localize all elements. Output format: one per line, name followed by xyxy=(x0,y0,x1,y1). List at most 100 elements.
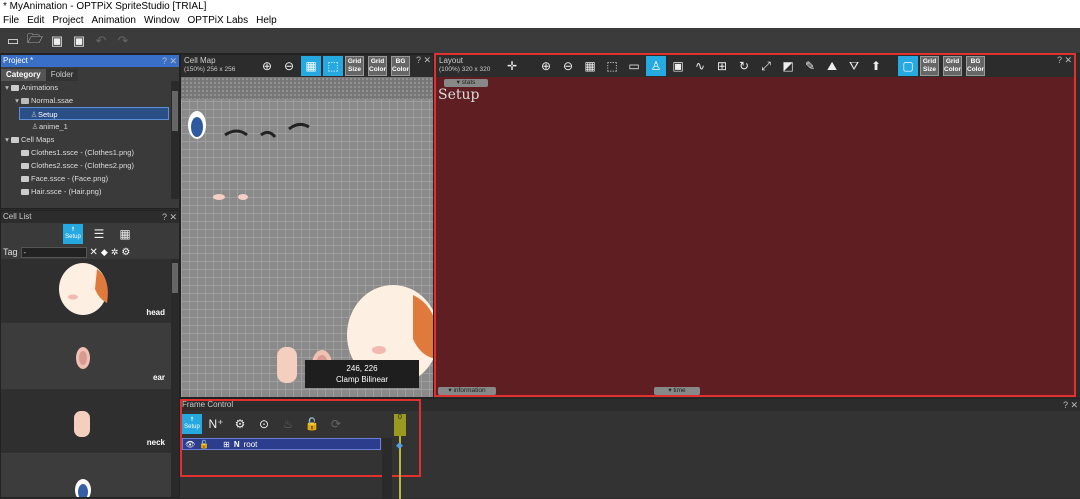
zoom-out-icon[interactable]: ⊖ xyxy=(279,56,299,76)
expand-icon[interactable]: ⊞ xyxy=(223,440,230,449)
cell-map-sprites xyxy=(188,111,433,385)
curve-icon[interactable]: ∿ xyxy=(690,56,710,76)
rotate-icon[interactable]: ↻ xyxy=(734,56,754,76)
tab-folder[interactable]: Folder xyxy=(45,69,79,81)
menu-animation[interactable]: Animation xyxy=(91,14,135,28)
bg-color-button[interactable]: BG Color xyxy=(391,56,410,76)
scale-icon[interactable]: ⤢ xyxy=(756,56,776,76)
tag-icon[interactable]: ◆ xyxy=(101,247,108,258)
cell-list-scrollbar[interactable] xyxy=(171,259,179,497)
grid-color-button[interactable]: Grid Color xyxy=(368,56,387,76)
mesh-icon[interactable]: ⛰ xyxy=(822,56,842,76)
clear-icon[interactable]: ✕ xyxy=(90,247,98,258)
cell-list-title: Cell List ? ✕ xyxy=(1,211,179,223)
tree-item-clothes2[interactable]: Clothes2.ssce - (Clothes2.png) xyxy=(1,159,179,172)
grid-icon[interactable]: ▦ xyxy=(580,56,600,76)
project-scrollbar[interactable] xyxy=(171,81,179,199)
gear-icon[interactable]: ⚙ xyxy=(121,247,130,258)
stats-tab[interactable]: ▾ stats xyxy=(444,79,488,87)
bg-color-button[interactable]: BG Color xyxy=(966,56,985,76)
lock-icon[interactable]: 🔓 xyxy=(199,440,209,449)
loop-icon[interactable]: ⟳ xyxy=(326,414,346,434)
tree-item-animations[interactable]: ▾ Animations xyxy=(1,81,179,94)
timeline-row-root[interactable]: 👁 🔓 ⊞ N root xyxy=(182,438,381,450)
setup-button[interactable]: ☨ Setup xyxy=(63,224,83,244)
effect-icon[interactable]: ♨ xyxy=(278,414,298,434)
cell-item-neck[interactable]: neck xyxy=(1,389,179,454)
undo-icon[interactable]: ↶ xyxy=(92,32,110,50)
menu-file[interactable]: File xyxy=(3,14,19,28)
tab-category[interactable]: Category xyxy=(1,69,46,81)
tree-item-cell-maps[interactable]: ▾ Cell Maps xyxy=(1,133,179,146)
tree-item-face[interactable]: Face.ssce - (Face.png) xyxy=(1,172,179,185)
weight-icon[interactable]: ⊞ xyxy=(712,56,732,76)
tree-item-anime-1[interactable]: ♙anime_1 xyxy=(1,120,179,133)
select-tool-icon[interactable]: ⬚ xyxy=(323,56,343,76)
cell-map-canvas[interactable]: 246, 226 Clamp Bilinear xyxy=(181,77,433,397)
add-bone-icon[interactable]: ⊙ xyxy=(254,414,274,434)
time-tab[interactable]: ▾ time xyxy=(654,387,700,395)
sparkle-icon[interactable]: ✲ xyxy=(111,247,119,258)
tree-item-clothes1[interactable]: Clothes1.ssce - (Clothes1.png) xyxy=(1,146,179,159)
add-part-icon[interactable]: ⚙ xyxy=(230,414,250,434)
tree-item-normal-ssae[interactable]: ▾ Normal.ssae xyxy=(1,94,179,107)
save-icon[interactable]: ▣ xyxy=(48,32,66,50)
weight-paint-icon[interactable]: ⛛ xyxy=(844,56,864,76)
save-all-icon[interactable]: ▣ xyxy=(70,32,88,50)
cell-map-header: Cell Map (150%) 256 x 256 xyxy=(184,56,236,73)
background-icon[interactable]: ▢ xyxy=(898,56,918,76)
figure-icon: ♙ xyxy=(31,122,39,131)
thumbnail-view-icon[interactable]: ▦ xyxy=(115,224,135,244)
pin-icon[interactable]: ⬆ xyxy=(866,56,886,76)
menu-help[interactable]: Help xyxy=(256,14,277,28)
menu-window[interactable]: Window xyxy=(144,14,180,28)
close-icon[interactable]: ? ✕ xyxy=(1057,55,1072,66)
project-panel: Project * ? ✕ Category Folder ▾ Animation… xyxy=(0,54,180,209)
grid-color-button[interactable]: Grid Color xyxy=(943,56,962,76)
list-view-icon[interactable]: ☰ xyxy=(89,224,109,244)
add-null-icon[interactable]: N⁺ xyxy=(206,414,226,434)
information-tab[interactable]: ▾ information xyxy=(438,387,496,395)
redo-icon[interactable]: ↷ xyxy=(114,32,132,50)
project-panel-title: Project * ? ✕ xyxy=(1,55,179,67)
frame-control-panel: Frame Control ? ✕ ☨ Setup N⁺ ⚙ ⊙ ♨ 🔓 ⟳ 0 … xyxy=(180,398,1080,499)
grid-size-button[interactable]: Grid Size xyxy=(345,56,364,76)
brush-icon[interactable]: ✎ xyxy=(800,56,820,76)
cell-item-eye[interactable] xyxy=(1,454,179,497)
cell-item-head[interactable]: head xyxy=(1,259,179,324)
cell-label-neck: neck xyxy=(146,438,165,447)
grid-size-button[interactable]: Grid Size xyxy=(920,56,939,76)
frame-number[interactable]: 0 xyxy=(394,414,406,436)
new-file-icon[interactable]: ▭ xyxy=(4,32,22,50)
crop-icon[interactable]: ⬚ xyxy=(602,56,622,76)
menu-edit[interactable]: Edit xyxy=(27,14,44,28)
open-folder-icon[interactable]: 🗁 xyxy=(26,31,44,50)
tree-item-hair[interactable]: Hair.ssce - (Hair.png) xyxy=(1,185,179,198)
lock-icon[interactable]: 🔓 xyxy=(302,414,322,434)
bounds-icon[interactable]: ▣ xyxy=(668,56,688,76)
close-icon[interactable]: ? ✕ xyxy=(1063,399,1078,411)
zoom-in-icon[interactable]: ⊕ xyxy=(257,56,277,76)
skew-icon[interactable]: ◩ xyxy=(778,56,798,76)
cell-map-panel: Cell Map (150%) 256 x 256 ⊕ ⊖ ▦ ⬚ Grid Si… xyxy=(180,54,434,398)
setup-button[interactable]: ☨ Setup xyxy=(182,414,202,434)
visibility-icon[interactable]: 👁 xyxy=(185,440,195,449)
menu-optpix-labs[interactable]: OPTPiX Labs xyxy=(188,14,249,28)
tag-select[interactable]: - xyxy=(20,246,87,258)
cell-label-ear: ear xyxy=(152,373,165,382)
layout-canvas[interactable]: ▾ stats Setup ▾ information ▾ time xyxy=(436,77,1074,395)
figure-icon[interactable]: ♙ xyxy=(646,56,666,76)
cell-item-ear[interactable]: ear xyxy=(1,324,179,389)
close-icon[interactable]: ? ✕ xyxy=(416,55,431,66)
grid-toggle-icon[interactable]: ▦ xyxy=(301,56,321,76)
crosshair-icon[interactable]: ✛ xyxy=(502,56,522,76)
close-icon[interactable]: ? ✕ xyxy=(162,55,177,67)
frame-control-scrollbar[interactable] xyxy=(382,438,392,499)
zoom-in-icon[interactable]: ⊕ xyxy=(536,56,556,76)
tree-item-setup[interactable]: ♙Setup xyxy=(19,107,169,120)
menu-project[interactable]: Project xyxy=(52,14,83,28)
close-icon[interactable]: ? ✕ xyxy=(162,211,177,223)
cell-label-head: head xyxy=(146,308,165,317)
frame-icon[interactable]: ▭ xyxy=(624,56,644,76)
zoom-out-icon[interactable]: ⊖ xyxy=(558,56,578,76)
